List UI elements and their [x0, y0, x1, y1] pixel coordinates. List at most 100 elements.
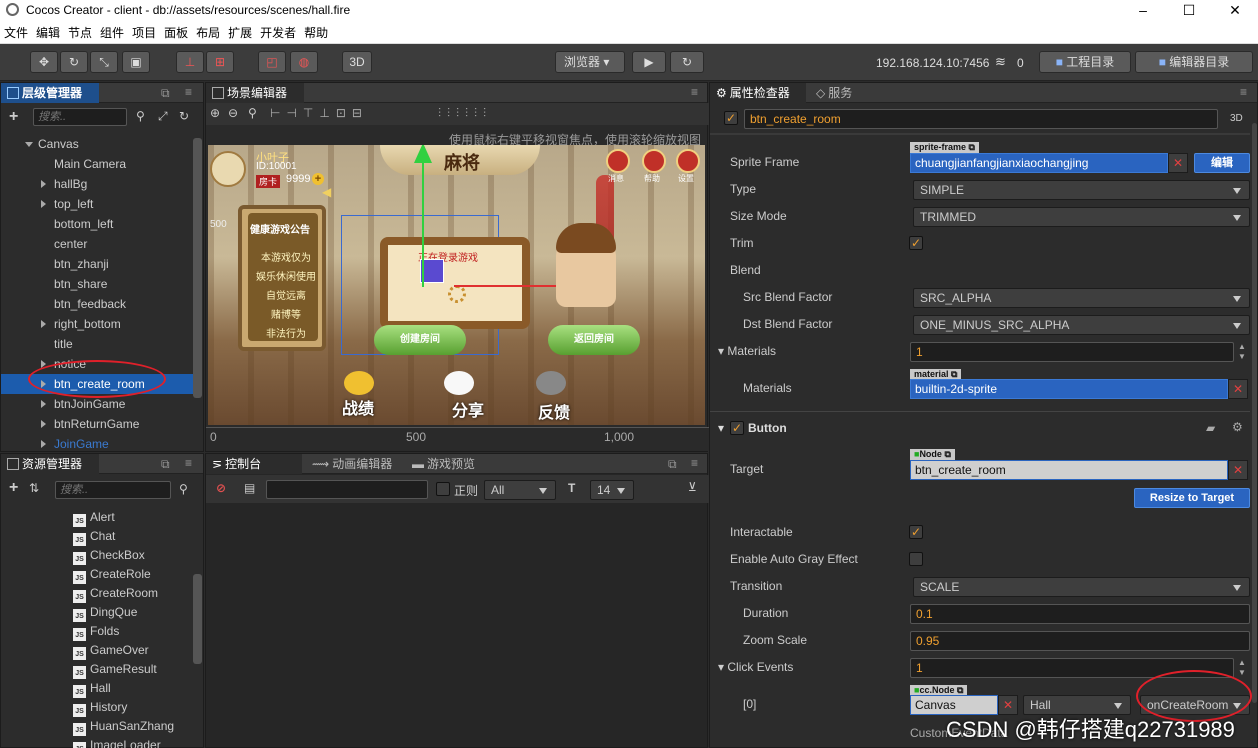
panel-menu-icon[interactable]: ≡: [185, 85, 192, 99]
src-blend-select[interactable]: SRC_ALPHA: [913, 288, 1250, 308]
click-events-label[interactable]: ▾ Click Events: [718, 660, 793, 674]
node-3d-toggle[interactable]: 3D: [1230, 113, 1243, 124]
tab-inspector[interactable]: ⚙ 属性检查器: [710, 83, 806, 103]
hierarchy-node-btnreturngame[interactable]: btnReturnGame: [1, 414, 196, 434]
snap-icon[interactable]: ◰: [258, 51, 286, 73]
minimize-button[interactable]: –: [1120, 0, 1166, 22]
clear-target-icon[interactable]: ✕: [1228, 460, 1248, 480]
collapse-arrow-icon[interactable]: [41, 400, 46, 408]
editor-dir-button[interactable]: ■ 编辑器目录: [1135, 51, 1253, 73]
zoom-scale-input[interactable]: 0.95: [910, 631, 1250, 651]
menu-developer[interactable]: 开发者: [256, 22, 300, 44]
doc-icon[interactable]: ▰: [1206, 421, 1215, 435]
edit-sprite-button[interactable]: 编辑: [1194, 153, 1250, 173]
materials-label[interactable]: ▾ Materials: [718, 344, 776, 358]
rotate-tool-icon[interactable]: ↻: [60, 51, 88, 73]
tab-assets[interactable]: 资源管理器: [1, 454, 99, 474]
menu-panel[interactable]: 面板: [160, 22, 192, 44]
console-filter-input[interactable]: [266, 480, 428, 499]
clear-sprite-frame-icon[interactable]: ✕: [1168, 153, 1188, 173]
popout-icon[interactable]: ⧉: [668, 457, 677, 472]
menu-node[interactable]: 节点: [64, 22, 96, 44]
target-field[interactable]: btn_create_room: [910, 460, 1228, 480]
help-icon[interactable]: [642, 149, 666, 173]
asset-item[interactable]: JS Chat: [73, 527, 115, 546]
y-axis-gizmo[interactable]: [422, 145, 424, 287]
dst-blend-select[interactable]: ONE_MINUS_SRC_ALPHA: [913, 315, 1250, 335]
expand-arrow-icon[interactable]: [25, 142, 33, 147]
button-enabled-checkbox[interactable]: ✓: [730, 421, 744, 435]
popout-icon[interactable]: ⧉: [161, 86, 170, 101]
asset-item[interactable]: JS Hall: [73, 679, 111, 698]
resize-to-target-button[interactable]: Resize to Target: [1134, 488, 1250, 508]
zoom-reset-icon[interactable]: ⚲: [248, 106, 257, 120]
inspector-scrollbar[interactable]: [1252, 123, 1257, 703]
panel-menu-icon[interactable]: ≡: [691, 456, 698, 470]
panel-menu-icon[interactable]: ≡: [185, 456, 192, 470]
auto-gray-checkbox[interactable]: [909, 552, 923, 566]
assets-search-input[interactable]: 搜索..: [55, 481, 171, 499]
zoom-out-icon[interactable]: ⊖: [228, 106, 238, 120]
feedback-label[interactable]: 反馈: [538, 399, 570, 423]
settings-icon[interactable]: [676, 149, 700, 173]
project-dir-button[interactable]: ■ 工程目录: [1039, 51, 1131, 73]
menu-component[interactable]: 组件: [96, 22, 128, 44]
record-label[interactable]: 战绩: [342, 395, 374, 419]
tab-scene[interactable]: 场景编辑器: [206, 83, 304, 103]
menu-layout[interactable]: 布局: [192, 22, 224, 44]
asset-item[interactable]: JS CreateRole: [73, 565, 151, 584]
panel-menu-icon[interactable]: ≡: [691, 85, 698, 99]
hierarchy-node-title[interactable]: title: [1, 334, 196, 354]
regex-checkbox[interactable]: [436, 482, 450, 496]
asset-item[interactable]: JS ImageLoader: [73, 736, 161, 748]
collapse-arrow-icon[interactable]: [41, 180, 46, 188]
button-section-header[interactable]: ▾: [718, 421, 724, 435]
menu-help[interactable]: 帮助: [300, 22, 332, 44]
scale-tool-icon[interactable]: ⤡: [90, 51, 118, 73]
return-room-game-button[interactable]: 返回房间: [548, 325, 640, 355]
trim-checkbox[interactable]: ✓: [909, 236, 923, 250]
collapse-console-icon[interactable]: ⊻: [688, 480, 697, 494]
asset-item[interactable]: JS CreateRoom: [73, 584, 158, 603]
refresh-icon[interactable]: ↻: [670, 51, 704, 73]
hierarchy-node-canvas[interactable]: Canvas: [1, 134, 196, 154]
log-level-select[interactable]: All: [484, 480, 556, 500]
asset-item[interactable]: JS Alert: [73, 508, 115, 527]
hierarchy-search-input[interactable]: 搜索..: [33, 108, 127, 126]
asset-item[interactable]: JS GameOver: [73, 641, 149, 660]
collapse-arrow-icon[interactable]: [41, 320, 46, 328]
tab-animation[interactable]: ⟿ 动画编辑器: [306, 454, 404, 474]
preview-browser-select[interactable]: 浏览器 ▾: [555, 51, 625, 73]
collapse-arrow-icon[interactable]: [41, 200, 46, 208]
stepper-icon[interactable]: ▲ ▼: [1238, 658, 1246, 678]
size-mode-select[interactable]: TRIMMED: [913, 207, 1250, 227]
node-active-checkbox[interactable]: ✓: [724, 111, 738, 125]
grid-icon[interactable]: ◍: [290, 51, 318, 73]
hierarchy-node-bottom-left[interactable]: bottom_left: [1, 214, 196, 234]
game-canvas[interactable]: 小叶子 ID:10001 房卡 9999 + 麻将 消息 帮助 设置 500 健…: [208, 145, 705, 425]
asset-item[interactable]: JS DingQue: [73, 603, 137, 622]
clear-icon[interactable]: ⊘: [216, 481, 226, 495]
panel-menu-icon[interactable]: ≡: [1240, 85, 1247, 99]
hierarchy-node-top-left[interactable]: top_left: [1, 194, 196, 214]
share-label[interactable]: 分享: [452, 397, 484, 421]
asset-item[interactable]: JS History: [73, 698, 127, 717]
component-gear-icon[interactable]: ⚙: [1232, 420, 1243, 434]
tab-services[interactable]: ◇ 服务: [810, 83, 870, 103]
add-cards-icon[interactable]: +: [312, 173, 324, 185]
close-button[interactable]: ✕: [1212, 0, 1258, 22]
menu-file[interactable]: 文件: [0, 22, 32, 44]
add-asset-icon[interactable]: +: [9, 479, 18, 497]
tab-console[interactable]: ⋝ 控制台: [206, 454, 302, 474]
hierarchy-node-hallbg[interactable]: hallBg: [1, 174, 196, 194]
tab-hierarchy[interactable]: 层级管理器: [1, 83, 99, 103]
interactable-checkbox[interactable]: ✓: [909, 525, 923, 539]
search-icon[interactable]: ⚲: [179, 482, 188, 496]
pivot-icon[interactable]: ⊥: [176, 51, 204, 73]
type-select[interactable]: SIMPLE: [913, 180, 1250, 200]
asset-item[interactable]: JS CheckBox: [73, 546, 145, 565]
log-file-icon[interactable]: ▤: [244, 481, 255, 495]
collapse-arrow-icon[interactable]: [41, 420, 46, 428]
tab-game-preview[interactable]: ▬ 游戏预览: [406, 454, 492, 474]
sort-icon[interactable]: ⇅: [29, 481, 39, 495]
